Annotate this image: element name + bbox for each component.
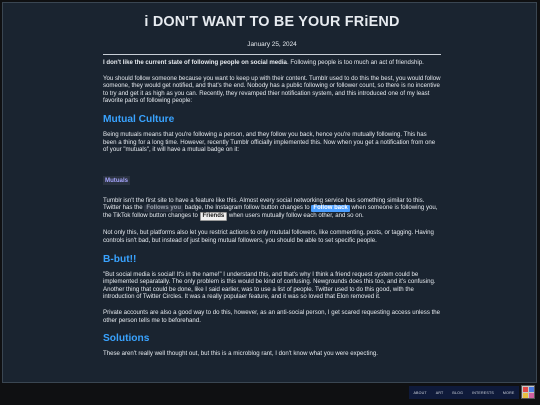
bottom-nav: ABOUT ART BLOG INTERESTS MORE: [409, 386, 519, 399]
friends-badge: Friends: [199, 212, 228, 222]
paragraph-mutuals: Being mutuals means that you're followin…: [103, 130, 436, 154]
badge-square-red: [523, 387, 528, 392]
intro-rest: . Following people is too much an act of…: [286, 59, 424, 66]
badge-square-yellow: [523, 393, 528, 398]
paragraph-restrictions: Not only this, but platforms also let yo…: [103, 229, 434, 244]
badge-square-pink: [529, 393, 534, 398]
paragraph-tumblr-following: You should follow someone because you wa…: [103, 74, 441, 105]
post-title: i DON'T WANT TO BE YOUR FRiEND: [144, 14, 400, 30]
mutuals-badge: Mutuals: [103, 175, 131, 185]
heading-solutions: Solutions: [103, 333, 150, 345]
page-frame: i DON'T WANT TO BE YOUR FRiEND January 2…: [2, 2, 537, 383]
badges-text-d: when users mutually follow each other, a…: [227, 212, 364, 220]
paragraph-badges: Tumblr isn't the first site to have a fe…: [103, 197, 441, 222]
title-divider: [103, 54, 441, 55]
follows-you-badge: Follows you: [144, 205, 183, 213]
post-content: i DON'T WANT TO BE YOUR FRiEND January 2…: [103, 3, 441, 366]
badge-square-blue: [529, 387, 534, 392]
badges-text-b: badge, the Instagram follow button chang…: [183, 204, 312, 212]
post-date: January 25, 2024: [247, 41, 297, 48]
nav-more[interactable]: MORE: [503, 391, 515, 395]
paragraph-private-accounts: Private accounts are also a good way to …: [103, 308, 441, 324]
nav-interests[interactable]: INTERESTS: [472, 391, 494, 395]
nav-about[interactable]: ABOUT: [413, 391, 426, 395]
follow-back-badge: Follow back: [311, 205, 350, 213]
nav-art[interactable]: ART: [436, 391, 444, 395]
paragraph-social: "But social media is social! It's in the…: [103, 270, 436, 301]
nav-blog[interactable]: BLOG: [452, 391, 463, 395]
heading-mutual-culture: Mutual Culture: [103, 113, 175, 125]
intro-bold: I don't like the current state of follow…: [103, 59, 287, 66]
site-badge-icon[interactable]: [521, 385, 535, 399]
heading-b-but: B-but!!: [103, 253, 137, 265]
intro-paragraph: I don't like the current state of follow…: [103, 59, 441, 67]
paragraph-solutions: These aren't really well thought out, bu…: [103, 350, 378, 358]
